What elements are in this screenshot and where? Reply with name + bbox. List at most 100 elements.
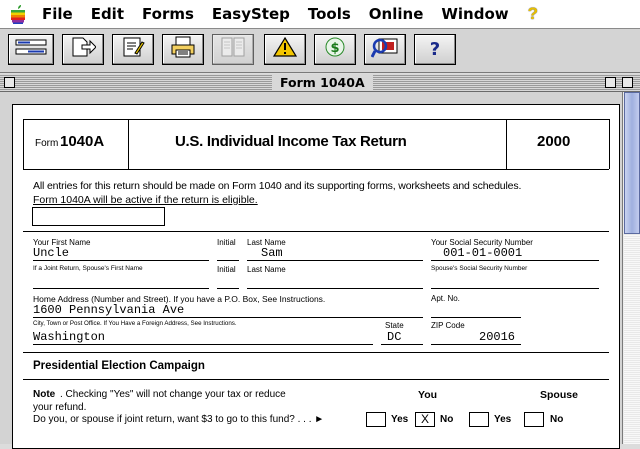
first-name-underline	[33, 260, 209, 261]
you-no-checkbox[interactable]: X	[415, 412, 435, 427]
spouse-label: Spouse	[540, 389, 578, 401]
apt-label: Apt. No.	[431, 294, 460, 303]
forms-button[interactable]	[62, 34, 104, 65]
spouse-initial-underline[interactable]	[217, 288, 239, 289]
menu-online[interactable]: Online	[360, 5, 433, 23]
help-button[interactable]: ?	[414, 34, 456, 65]
header-right-line	[609, 119, 610, 169]
ssn-underline	[431, 260, 599, 261]
city-label: City, Town or Post Office. If You Have a…	[33, 320, 237, 327]
print-icon	[169, 36, 197, 63]
collapse-box-icon[interactable]	[622, 77, 633, 88]
you-yes-checkbox[interactable]	[366, 412, 386, 427]
initial-underline	[217, 260, 239, 261]
form-number: 1040A	[60, 133, 105, 150]
spouse-initial-label: Initial	[217, 265, 236, 274]
notice-line-1: All entries for this return should be ma…	[33, 180, 522, 192]
warning-icon	[272, 36, 298, 63]
header-top-line	[23, 119, 609, 120]
help-icon: ?	[429, 39, 441, 60]
zip-underline	[431, 344, 521, 345]
warning-button[interactable]	[264, 34, 306, 65]
edit-form-button[interactable]	[112, 34, 154, 65]
spouse-ssn-label: Spouse's Social Security Number	[431, 265, 528, 272]
state-field[interactable]: DC	[387, 330, 401, 344]
spouse-first-name-label: If a Joint Return, Spouse's First Name	[33, 265, 143, 272]
eligibility-field[interactable]	[32, 207, 165, 226]
form-title: U.S. Individual Income Tax Return	[175, 133, 407, 150]
menu-tools[interactable]: Tools	[299, 5, 360, 23]
online-button[interactable]	[364, 34, 406, 65]
header-divider-2	[506, 119, 507, 169]
navigator-button[interactable]	[8, 34, 54, 65]
documents-button[interactable]	[212, 34, 254, 65]
zip-field[interactable]: 20016	[479, 330, 515, 344]
menu-forms[interactable]: Forms	[133, 5, 203, 23]
you-label: You	[418, 389, 438, 401]
spouse-last-name-label: Last Name	[247, 265, 286, 274]
first-name-field[interactable]: Uncle	[33, 246, 69, 260]
you-no-label: No	[440, 414, 454, 425]
spouse-yes-checkbox[interactable]	[469, 412, 489, 427]
toolbar: $ ?	[0, 29, 640, 73]
menu-edit[interactable]: Edit	[82, 5, 133, 23]
menu-bar: File Edit Forms EasyStep Tools Online Wi…	[0, 0, 640, 29]
last-name-field[interactable]: Sam	[261, 246, 283, 260]
help-menu-icon[interactable]: ?	[518, 4, 538, 24]
form-prefix: Form	[35, 138, 59, 149]
edit-form-icon	[121, 36, 145, 63]
spouse-no-checkbox[interactable]	[524, 412, 544, 427]
city-underline	[33, 344, 373, 345]
documents-icon	[220, 36, 246, 63]
menu-file[interactable]: File	[36, 5, 82, 23]
window-content: Form 1040A U.S. Individual Income Tax Re…	[0, 92, 622, 449]
apple-menu-icon[interactable]	[0, 1, 36, 27]
menu-easystep[interactable]: EasyStep	[203, 5, 299, 23]
note-text: . Checking "Yes" will not change your ta…	[60, 389, 286, 400]
initial-label: Initial	[217, 238, 236, 247]
address-field[interactable]: 1600 Pennsylvania Ave	[33, 303, 184, 317]
last-name-underline	[247, 260, 423, 261]
window-title: Form 1040A	[272, 75, 373, 91]
tax-year: 2000	[537, 133, 571, 150]
money-icon: $	[324, 36, 346, 63]
spouse-ssn-underline[interactable]	[431, 288, 599, 289]
you-yes-label: Yes	[391, 414, 409, 425]
money-button[interactable]: $	[314, 34, 356, 65]
vertical-scrollbar[interactable]	[622, 92, 640, 444]
menu-window[interactable]: Window	[432, 5, 517, 23]
pec-top-line	[23, 352, 609, 353]
address-underline	[33, 317, 423, 318]
spouse-yes-label: Yes	[494, 414, 512, 425]
state-label: State	[385, 321, 404, 330]
pec-bottom-line	[23, 379, 609, 380]
close-box-icon[interactable]	[4, 77, 15, 88]
scroll-thumb[interactable]	[624, 92, 640, 234]
svg-text:$: $	[330, 41, 339, 56]
scroll-track[interactable]	[624, 234, 640, 444]
apt-underline[interactable]	[431, 317, 521, 318]
zip-label: ZIP Code	[431, 321, 465, 330]
form-1040a: Form 1040A U.S. Individual Income Tax Re…	[12, 104, 620, 449]
notice-line-2: Form 1040A will be active if the return …	[33, 194, 258, 206]
city-field[interactable]: Washington	[33, 330, 105, 344]
print-button[interactable]	[162, 34, 204, 65]
note-line-2: your refund.	[33, 402, 87, 413]
spouse-no-label: No	[550, 414, 564, 425]
section-divider	[23, 231, 609, 232]
online-icon	[370, 36, 399, 63]
forms-icon	[70, 36, 97, 63]
header-left-line	[23, 119, 24, 169]
fund-question: Do you, or spouse if joint return, want …	[33, 414, 325, 425]
pec-heading: Presidential Election Campaign	[33, 360, 205, 372]
header-bottom-line	[23, 169, 609, 170]
navigator-icon	[14, 37, 48, 62]
note-label: Note	[33, 389, 56, 400]
spouse-last-underline[interactable]	[247, 288, 423, 289]
spouse-first-underline[interactable]	[33, 288, 209, 289]
header-divider-1	[128, 119, 129, 169]
state-underline	[381, 344, 423, 345]
zoom-box-icon[interactable]	[605, 77, 616, 88]
ssn-field[interactable]: 001-01-0001	[443, 246, 522, 260]
window-title-bar[interactable]: Form 1040A	[0, 74, 640, 92]
